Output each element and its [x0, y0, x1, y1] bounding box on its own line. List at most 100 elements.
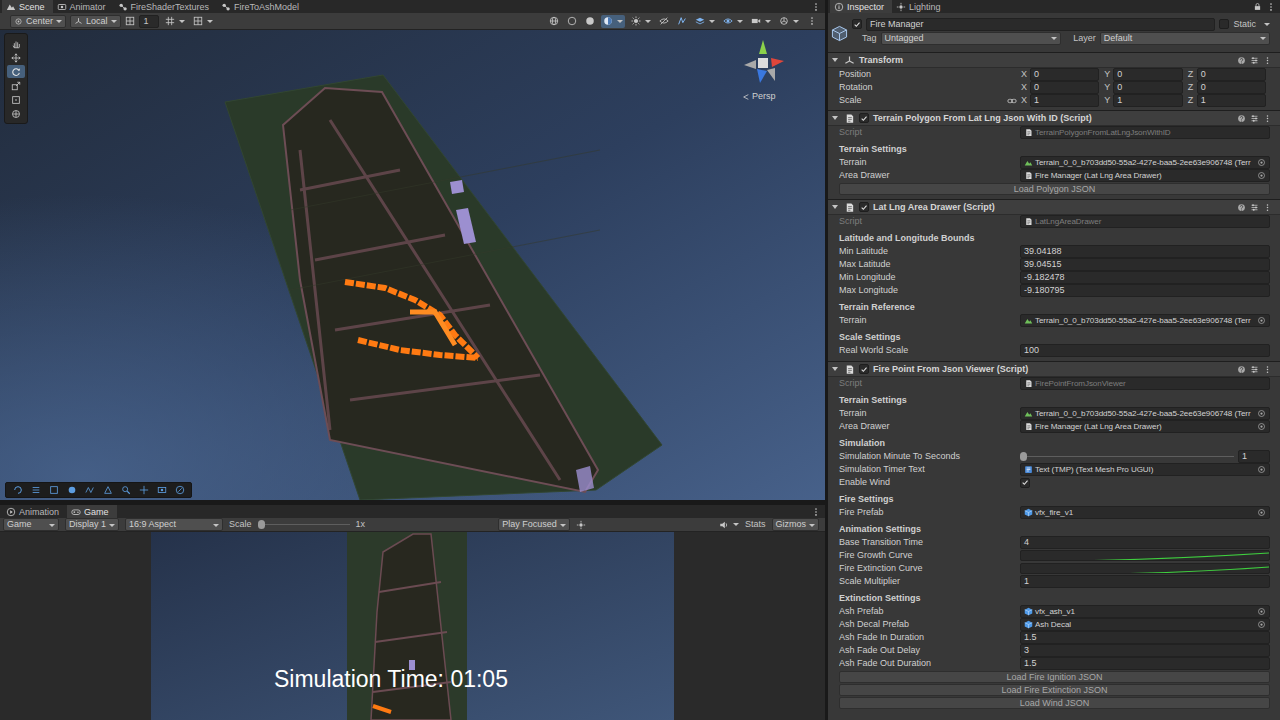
enabled-checkbox[interactable] [859, 364, 869, 374]
object-field[interactable]: Terrain_0_0_b703dd50-55a2-427e-baa5-2ee6… [1020, 156, 1270, 169]
projection-toggle[interactable]: Persp [742, 90, 776, 103]
slider-track[interactable] [1020, 451, 1234, 462]
overlay-button[interactable] [45, 484, 62, 496]
help-button[interactable] [1237, 56, 1246, 65]
pivot-dropdown[interactable]: Center [10, 15, 66, 28]
component-menu[interactable] [1263, 114, 1272, 123]
name-field[interactable]: Fire Manager [866, 18, 1215, 31]
scene-toolbar-button[interactable] [749, 15, 773, 28]
tab-menu[interactable] [807, 505, 825, 518]
component-header[interactable]: Fire Point From Json Viewer (Script) [828, 361, 1280, 377]
help-button[interactable] [1237, 365, 1246, 374]
number-field[interactable]: 1 [1030, 94, 1099, 107]
tool-button[interactable] [7, 65, 25, 78]
editor-tab[interactable]: Animator [53, 0, 114, 13]
mute-audio-toggle[interactable] [719, 520, 739, 530]
number-field[interactable]: 3 [1020, 644, 1270, 657]
overlay-button[interactable] [63, 484, 80, 496]
tool-button[interactable] [7, 107, 25, 120]
lock-toggle[interactable] [1253, 0, 1262, 13]
overlay-button[interactable] [81, 484, 98, 496]
component-header[interactable]: Transform [828, 52, 1280, 68]
scale-slider-track[interactable] [258, 519, 350, 530]
orientation-gizmo[interactable] [738, 38, 788, 88]
layer-dropdown[interactable]: Default [1100, 32, 1270, 45]
object-field[interactable]: Ash Decal [1020, 618, 1270, 631]
scene-toolbar-button[interactable] [721, 15, 745, 28]
help-button[interactable] [1237, 203, 1246, 212]
static-checkbox[interactable] [1219, 19, 1229, 29]
view-mode-dropdown[interactable]: Game [3, 518, 59, 531]
scene-toolbar-button[interactable] [547, 15, 561, 28]
scene-toolbar-button[interactable] [601, 15, 625, 28]
scene-toolbar-button[interactable] [675, 15, 689, 28]
number-field[interactable]: 1 [1020, 575, 1270, 588]
curve-field[interactable] [1020, 550, 1270, 561]
curve-field[interactable] [1020, 563, 1270, 574]
object-field[interactable]: vfx_ash_v1 [1020, 605, 1270, 618]
constrain-proportions-toggle[interactable] [1006, 96, 1018, 106]
overlay-button[interactable] [9, 484, 26, 496]
foldout-icon[interactable] [832, 116, 838, 120]
scene-toolbar-button[interactable] [805, 15, 819, 28]
editor-tab[interactable]: Animation [2, 505, 67, 518]
grid-dropdown[interactable] [163, 15, 187, 28]
component-menu[interactable] [1263, 56, 1272, 65]
overlay-button[interactable] [153, 484, 170, 496]
scene-toolbar-button[interactable] [583, 15, 597, 28]
overlay-button[interactable] [135, 484, 152, 496]
object-field[interactable]: Terrain_0_0_b703dd50-55a2-427e-baa5-2ee6… [1020, 314, 1270, 327]
foldout-icon[interactable] [832, 58, 838, 62]
snap-increment-field[interactable]: 1 [139, 15, 159, 28]
slider-handle[interactable] [1020, 452, 1027, 461]
number-field[interactable]: 0 [1030, 81, 1099, 94]
editor-tab[interactable]: Lighting [892, 0, 949, 13]
overlay-button[interactable] [27, 484, 44, 496]
scene-toolbar-button[interactable] [693, 15, 717, 28]
object-field[interactable]: Text (TMP) (Text Mesh Pro UGUI) [1020, 463, 1270, 476]
aspect-dropdown[interactable]: 16:9 Aspect [125, 518, 223, 531]
object-field[interactable]: Terrain_0_0_b703dd50-55a2-427e-baa5-2ee6… [1020, 407, 1270, 420]
foldout-icon[interactable] [832, 205, 838, 209]
presets-button[interactable] [1250, 114, 1259, 123]
number-field[interactable]: 39.04188 [1020, 245, 1270, 258]
tool-button[interactable] [7, 51, 25, 64]
lighting-toggle[interactable] [576, 520, 586, 530]
space-dropdown[interactable]: Local [70, 15, 121, 28]
number-field[interactable]: 100 [1020, 344, 1270, 357]
load-json-button[interactable]: Load Fire Ignition JSON [839, 671, 1270, 683]
gizmos-dropdown[interactable]: Gizmos [772, 518, 820, 531]
number-field[interactable]: 1 [1113, 94, 1182, 107]
grid-snap-dropdown[interactable] [191, 15, 215, 28]
overlay-button[interactable] [171, 484, 188, 496]
help-button[interactable] [1237, 114, 1246, 123]
scene-viewport[interactable]: Persp [0, 30, 825, 500]
tool-button[interactable] [7, 37, 25, 50]
tool-button[interactable] [7, 93, 25, 106]
editor-tab[interactable]: Inspector [830, 0, 892, 13]
number-field[interactable]: 4 [1020, 536, 1270, 549]
tool-button[interactable] [7, 79, 25, 92]
enabled-checkbox[interactable] [859, 113, 869, 123]
number-field[interactable]: 1 [1197, 94, 1266, 107]
enabled-checkbox[interactable] [859, 202, 869, 212]
editor-tab[interactable]: Scene [2, 0, 53, 13]
scene-toolbar-button[interactable] [565, 15, 579, 28]
number-field[interactable]: 0 [1197, 81, 1266, 94]
foldout-icon[interactable] [832, 367, 838, 371]
scene-toolbar-button[interactable] [657, 15, 671, 28]
overlay-button[interactable] [117, 484, 134, 496]
scene-toolbar-button[interactable] [629, 15, 653, 28]
load-json-button[interactable]: Load Polygon JSON [839, 183, 1270, 195]
object-field[interactable]: Fire Manager (Lat Lng Area Drawer) [1020, 420, 1270, 433]
presets-button[interactable] [1250, 203, 1259, 212]
display-dropdown[interactable]: Display 1 [65, 518, 119, 531]
load-json-button[interactable]: Load Wind JSON [839, 697, 1270, 709]
number-field[interactable]: 1.5 [1020, 657, 1270, 670]
load-json-button[interactable]: Load Fire Extinction JSON [839, 684, 1270, 696]
editor-tab[interactable]: Game [67, 505, 117, 518]
tag-dropdown[interactable]: Untagged [881, 32, 1062, 45]
tab-menu[interactable] [1262, 0, 1280, 13]
presets-button[interactable] [1250, 56, 1259, 65]
play-mode-dropdown[interactable]: Play Focused [498, 518, 570, 531]
